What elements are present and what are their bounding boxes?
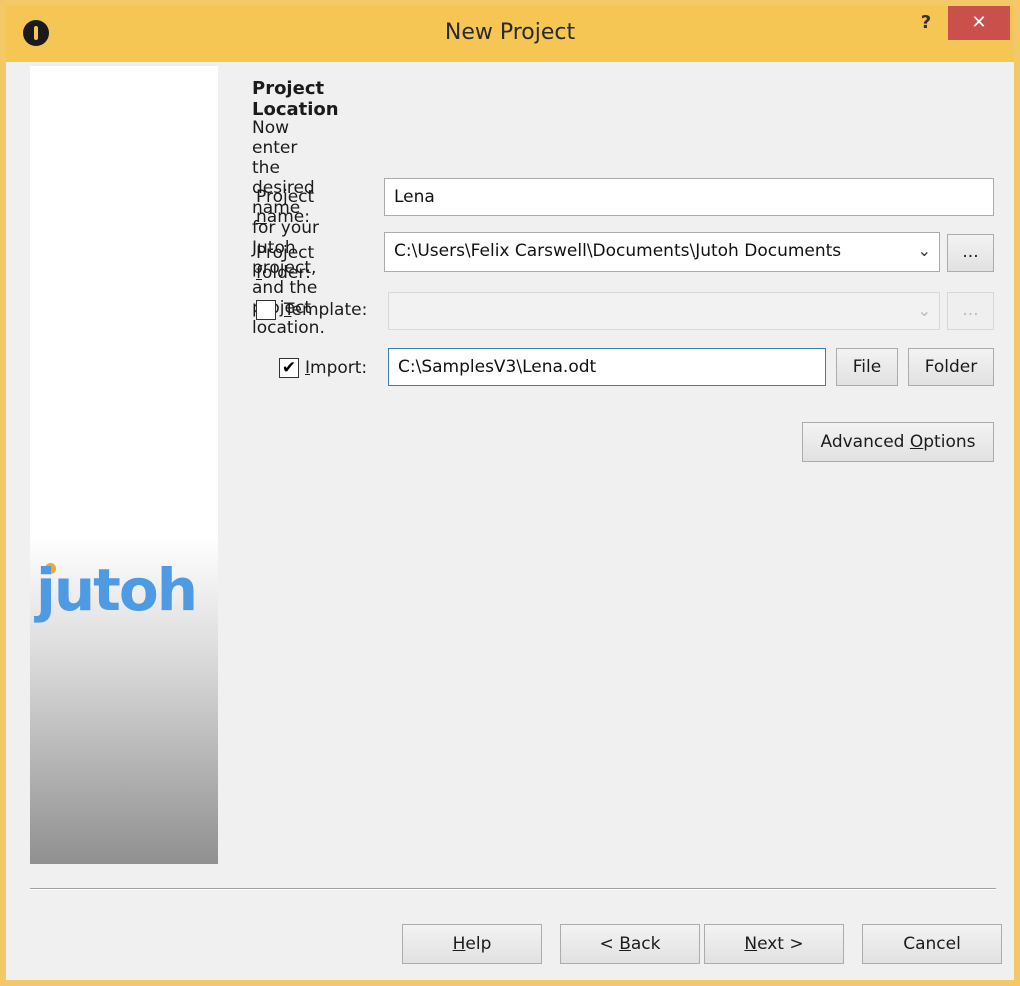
project-name-label: Project name: — [256, 187, 315, 227]
import-label: Import: — [305, 358, 368, 378]
project-folder-select[interactable]: C:\Users\Felix Carswell\Documents\Jutoh … — [384, 232, 940, 272]
template-checkbox[interactable] — [256, 300, 276, 320]
chevron-down-icon: ⌄ — [917, 301, 931, 320]
project-folder-value: C:\Users\Felix Carswell\Documents\Jutoh … — [394, 241, 842, 261]
browse-folder-button[interactable]: ... — [947, 234, 994, 272]
cancel-button[interactable]: Cancel — [862, 924, 1002, 964]
import-path-input[interactable]: C:\SamplesV3\Lena.odt — [388, 348, 826, 386]
page-title: Project Location — [252, 78, 339, 120]
project-folder-label: Project folder: — [256, 243, 315, 283]
back-button[interactable]: < Back — [560, 924, 700, 964]
import-file-button[interactable]: File — [836, 348, 898, 386]
template-select[interactable]: ⌄ — [388, 292, 940, 330]
advanced-options-button[interactable]: Advanced Options — [802, 422, 994, 462]
help-icon[interactable]: ? — [908, 8, 944, 38]
import-checkbox[interactable]: ✔ — [279, 358, 299, 378]
wizard-sidebar: jutoh — [30, 66, 218, 864]
browse-template-button[interactable]: ... — [947, 292, 994, 330]
import-folder-button[interactable]: Folder — [908, 348, 994, 386]
footer-divider — [30, 888, 996, 890]
window-title: New Project — [444, 20, 576, 45]
help-button[interactable]: Help — [402, 924, 542, 964]
title-bar[interactable]: New Project ? ✕ — [6, 6, 1014, 62]
next-button[interactable]: Next > — [704, 924, 844, 964]
template-label: Template: — [284, 300, 368, 320]
jutoh-logo: jutoh — [36, 556, 198, 624]
chevron-down-icon[interactable]: ⌄ — [918, 233, 931, 269]
project-name-input[interactable]: Lena — [384, 178, 994, 216]
close-icon[interactable]: ✕ — [948, 6, 1010, 40]
